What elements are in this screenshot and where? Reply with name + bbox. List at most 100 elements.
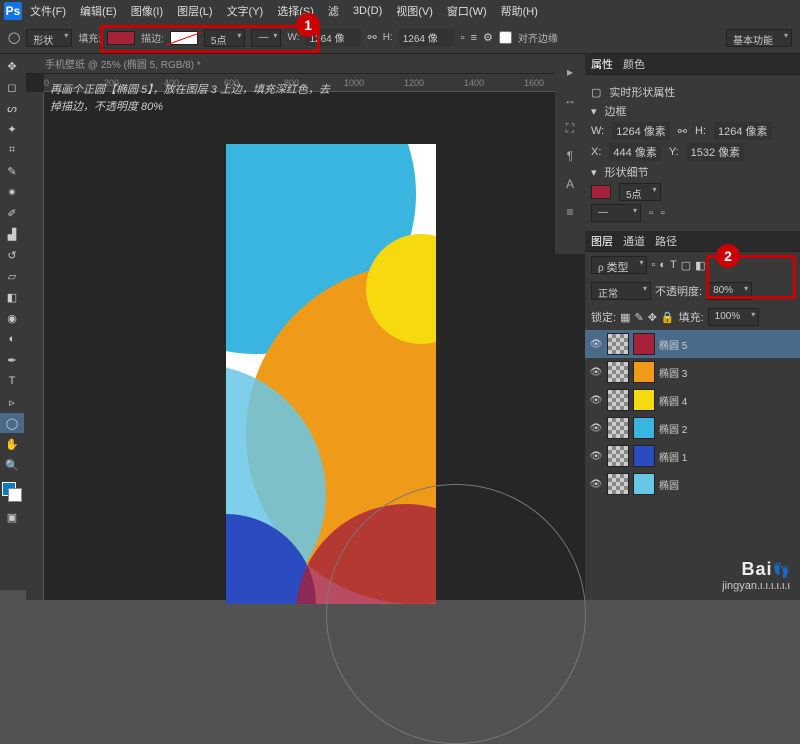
align-icon[interactable]: ≡: [471, 32, 477, 44]
layer-filter-dropdown[interactable]: ρ 类型: [591, 256, 647, 274]
height-field[interactable]: 1264 像: [399, 29, 455, 46]
dodge-tool[interactable]: ◐: [0, 329, 24, 349]
visibility-icon[interactable]: 👁: [589, 395, 603, 406]
layer-name[interactable]: 椭圆 1: [659, 449, 687, 464]
eraser-tool[interactable]: ▱: [0, 266, 24, 286]
color-tab[interactable]: 颜色: [623, 56, 645, 72]
menubar: Ps 文件(F) 编辑(E) 图像(I) 图层(L) 文字(Y) 选择(S) 滤…: [0, 0, 800, 22]
link-icon[interactable]: ⚯: [678, 125, 687, 138]
fill-field[interactable]: 100%: [708, 308, 760, 326]
shape-tool[interactable]: ◯: [0, 413, 24, 433]
blend-mode-dropdown[interactable]: 正常: [591, 282, 651, 300]
lock-all-icon[interactable]: 🔒: [661, 311, 675, 324]
prop-x-field[interactable]: 444 像素: [609, 143, 660, 161]
move-tool[interactable]: ✥: [0, 56, 24, 76]
menu-file[interactable]: 文件(F): [24, 1, 72, 21]
layer-name[interactable]: 椭圆 4: [659, 393, 687, 408]
visibility-icon[interactable]: 👁: [589, 451, 603, 462]
pen-tool[interactable]: ✒: [0, 350, 24, 370]
prop-h-field[interactable]: 1264 像素: [714, 122, 772, 140]
lock-paint-icon[interactable]: ✎: [634, 311, 643, 324]
h-label: H:: [383, 32, 393, 43]
blur-tool[interactable]: ◉: [0, 308, 24, 328]
align-edges-label: 对齐边缘: [518, 30, 558, 45]
join-icon[interactable]: ▫: [661, 207, 665, 219]
details-section[interactable]: 形状细节: [605, 164, 649, 180]
filter-smart-icon[interactable]: ◧: [695, 259, 705, 272]
prop-y-field[interactable]: 1532 像素: [687, 143, 745, 161]
gradient-tool[interactable]: ◧: [0, 287, 24, 307]
menu-image[interactable]: 图像(I): [125, 1, 169, 21]
menu-3d[interactable]: 3D(D): [347, 3, 388, 19]
link-icon[interactable]: ⚯: [367, 31, 376, 44]
crop-tool[interactable]: ⌗: [0, 140, 24, 160]
paragraph-icon[interactable]: ¶: [560, 146, 580, 166]
lasso-tool[interactable]: ᔕ: [0, 98, 24, 118]
zoom-tool[interactable]: 🔍: [0, 455, 24, 475]
visibility-icon[interactable]: 👁: [589, 367, 603, 378]
layer-row[interactable]: 👁 椭圆 2: [585, 414, 800, 442]
visibility-icon[interactable]: 👁: [589, 423, 603, 434]
border-section[interactable]: 边框: [605, 103, 627, 119]
filter-type-icon[interactable]: T: [670, 259, 677, 271]
shape-mode-dropdown[interactable]: 形状: [26, 29, 72, 47]
filter-img-icon[interactable]: ▫: [651, 259, 655, 271]
menu-filter[interactable]: 滤: [322, 1, 345, 21]
layer-row[interactable]: 👁 椭圆 1: [585, 442, 800, 470]
prop-fill-swatch[interactable]: [591, 185, 611, 199]
gear-icon[interactable]: ⚙: [483, 31, 493, 44]
visibility-icon[interactable]: 👁: [589, 339, 603, 350]
nav-icon[interactable]: ⛶: [560, 118, 580, 138]
wand-tool[interactable]: ✦: [0, 119, 24, 139]
menu-type[interactable]: 文字(Y): [221, 1, 270, 21]
history-brush-tool[interactable]: ↺: [0, 245, 24, 265]
stamp-tool[interactable]: ▟: [0, 224, 24, 244]
prop-stroke-width[interactable]: 5点: [619, 183, 661, 201]
filter-adj-icon[interactable]: ◐: [659, 259, 666, 271]
lock-trans-icon[interactable]: ▦: [620, 311, 630, 324]
menu-window[interactable]: 窗口(W): [441, 1, 493, 21]
visibility-icon[interactable]: 👁: [589, 479, 603, 490]
path-tool[interactable]: ▹: [0, 392, 24, 412]
align-edges-checkbox[interactable]: [499, 31, 512, 44]
hand-tool[interactable]: ✋: [0, 434, 24, 454]
layer-name[interactable]: 椭圆 2: [659, 421, 687, 436]
layer-row[interactable]: 👁 椭圆 3: [585, 358, 800, 386]
lock-pos-icon[interactable]: ✥: [648, 311, 657, 324]
swatches-icon[interactable]: ≡: [560, 202, 580, 222]
brush-tool[interactable]: ✐: [0, 203, 24, 223]
canvas-area[interactable]: 0 200 400 600 800 1000 1200 1400 1600: [26, 74, 585, 600]
panel-expand-icon[interactable]: ▸: [560, 62, 580, 82]
type-tool[interactable]: T: [0, 371, 24, 391]
properties-panel: ▢实时形状属性 ▾ 边框 W:1264 像素 ⚯ H:1264 像素 X:444…: [585, 75, 800, 231]
prop-w-field[interactable]: 1264 像素: [612, 122, 670, 140]
menu-edit[interactable]: 编辑(E): [74, 1, 123, 21]
stroke-type[interactable]: —: [591, 204, 641, 222]
pathop-icon[interactable]: ▫: [461, 32, 465, 44]
heal-tool[interactable]: ✷: [0, 182, 24, 202]
layer-row[interactable]: 👁 椭圆 5: [585, 330, 800, 358]
cap-icon[interactable]: ▫: [649, 207, 653, 219]
workspace-dropdown[interactable]: 基本功能: [726, 29, 792, 47]
quickmask-icon[interactable]: ▣: [0, 507, 24, 527]
menu-layer[interactable]: 图层(L): [171, 1, 218, 21]
menu-view[interactable]: 视图(V): [390, 1, 439, 21]
filter-shape-icon[interactable]: ▢: [681, 259, 691, 272]
layer-row[interactable]: 👁 椭圆 4: [585, 386, 800, 414]
layer-name[interactable]: 椭圆 5: [659, 337, 687, 352]
layers-panel-tabs: 图层 通道 路径: [585, 231, 800, 252]
character-icon[interactable]: A: [560, 174, 580, 194]
layer-name[interactable]: 椭圆 3: [659, 365, 687, 380]
paths-tab[interactable]: 路径: [655, 233, 677, 249]
layers-tab[interactable]: 图层: [591, 233, 613, 249]
channels-tab[interactable]: 通道: [623, 233, 645, 249]
layer-row[interactable]: 👁 椭圆: [585, 470, 800, 498]
eyedropper-tool[interactable]: ✎: [0, 161, 24, 181]
fg-bg-swatches[interactable]: [0, 480, 26, 506]
menu-help[interactable]: 帮助(H): [495, 1, 544, 21]
layer-name[interactable]: 椭圆: [659, 477, 679, 492]
properties-tab[interactable]: 属性: [591, 56, 613, 72]
history-icon[interactable]: ↔: [560, 90, 580, 110]
marquee-tool[interactable]: ◻: [0, 77, 24, 97]
ps-logo: Ps: [4, 2, 22, 20]
